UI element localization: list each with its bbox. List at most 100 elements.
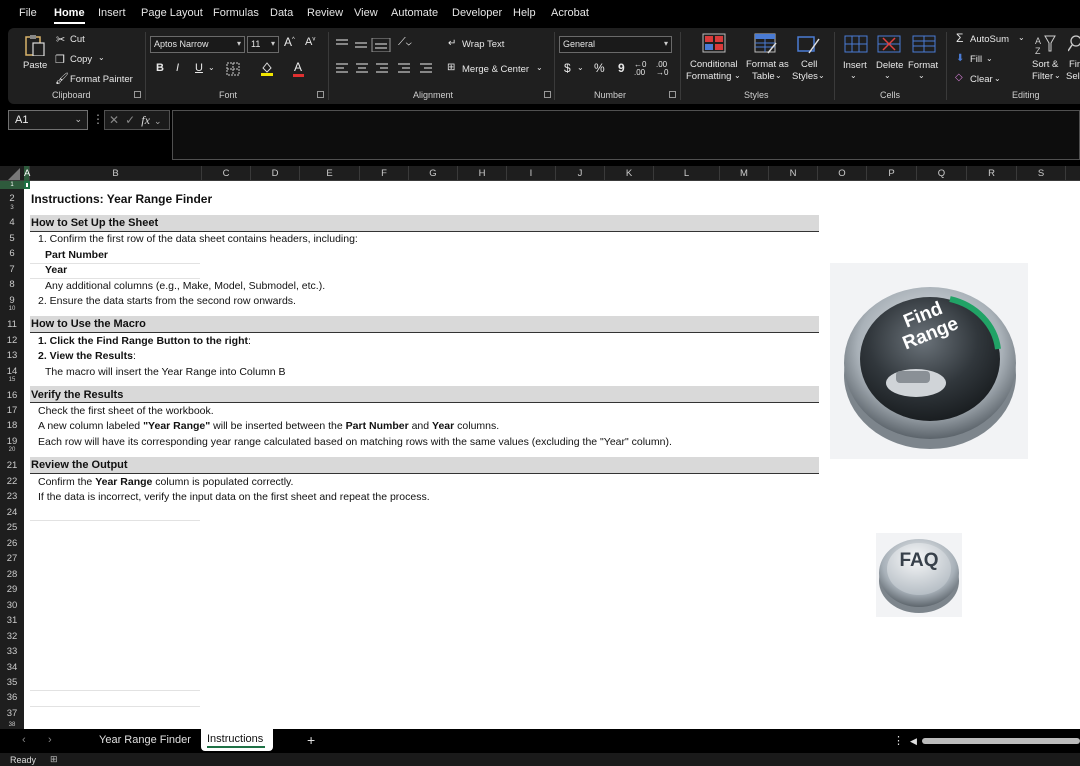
orientation-icon[interactable]: ⟋⌄ [398, 36, 412, 49]
menu-home[interactable]: Home [54, 7, 85, 24]
column-header[interactable]: I [507, 166, 556, 181]
column-header[interactable]: K [605, 166, 654, 181]
vertical-align-icons[interactable] [336, 38, 406, 52]
menu-data[interactable]: Data [270, 7, 293, 19]
comma-button[interactable]: 9 [618, 61, 625, 75]
column-header[interactable]: P [867, 166, 917, 181]
find-select-icon[interactable] [1068, 33, 1080, 55]
row-header[interactable]: 30 [0, 600, 24, 611]
row-header[interactable]: 32 [0, 631, 24, 642]
row-header[interactable]: 36 [0, 692, 24, 703]
scroll-tabs-left-icon[interactable]: ‹ [22, 734, 26, 746]
chevron-down-icon[interactable]: ⌄ [536, 63, 543, 72]
delete-cells-icon[interactable] [877, 34, 901, 56]
row-header[interactable]: 8 [0, 279, 24, 290]
column-header[interactable]: H [458, 166, 507, 181]
row-header[interactable]: 24 [0, 507, 24, 518]
menu-help[interactable]: Help [513, 7, 536, 19]
delete-cells-button[interactable]: Delete [876, 60, 903, 71]
row-header[interactable]: 26 [0, 538, 24, 549]
row-header[interactable]: 29 [0, 584, 24, 595]
cell-styles-icon[interactable] [797, 33, 821, 55]
row-header[interactable]: 16 [0, 390, 24, 401]
row-header[interactable]: 19 [0, 436, 24, 447]
more-options-icon[interactable]: ⋮ [893, 734, 904, 747]
font-launcher-icon[interactable] [317, 91, 324, 98]
row-header[interactable]: 33 [0, 646, 24, 657]
bold-button[interactable]: B [156, 62, 164, 74]
row-header[interactable]: 6 [0, 248, 24, 259]
chevron-down-icon[interactable]: ⌄ [208, 63, 215, 72]
add-sheet-button[interactable]: + [307, 732, 315, 748]
chevron-down-icon[interactable]: ⌄ [986, 54, 993, 63]
alignment-launcher-icon[interactable] [544, 91, 551, 98]
format-painter-button[interactable]: Format Painter [70, 74, 133, 85]
chevron-down-icon[interactable]: ⌄ [994, 74, 1001, 83]
column-header[interactable]: O [818, 166, 867, 181]
row-header[interactable]: 12 [0, 335, 24, 346]
increase-decimal-icon[interactable]: ←0.00 [634, 61, 646, 77]
column-header[interactable]: S [1017, 166, 1066, 181]
row-header[interactable]: 2 [0, 193, 24, 204]
number-format-combo[interactable]: General ▾ [559, 36, 672, 53]
insert-function-button[interactable]: fx [141, 113, 150, 127]
menu-acrobat[interactable]: Acrobat [551, 7, 589, 19]
cut-button[interactable]: Cut [70, 34, 85, 45]
format-as-table-button[interactable]: Format as [746, 59, 789, 70]
column-header[interactable]: J [556, 166, 605, 181]
more-options-icon[interactable]: ⋮ [92, 112, 104, 126]
format-cells-button[interactable]: Format [908, 60, 938, 71]
row-header[interactable]: 25 [0, 522, 24, 533]
menu-review[interactable]: Review [307, 7, 343, 19]
borders-icon[interactable] [226, 62, 240, 76]
font-size-combo[interactable]: 11 ▾ [247, 36, 279, 53]
menu-view[interactable]: View [354, 7, 378, 19]
select-all-icon[interactable] [8, 168, 20, 180]
italic-button[interactable]: I [176, 62, 179, 74]
menu-automate[interactable]: Automate [391, 7, 438, 19]
percent-button[interactable]: % [594, 61, 605, 75]
format-as-table-icon[interactable] [754, 33, 778, 55]
row-header[interactable]: 27 [0, 553, 24, 564]
column-header[interactable]: L [654, 166, 720, 181]
name-box[interactable]: A1 ⌄ [8, 110, 88, 130]
active-cell-a1[interactable] [24, 181, 30, 189]
chevron-down-icon[interactable]: ⌄ [1018, 33, 1025, 42]
font-name-combo[interactable]: Aptos Narrow ▾ [150, 36, 245, 53]
clipboard-launcher-icon[interactable] [134, 91, 141, 98]
scroll-tabs-right-icon[interactable]: › [48, 734, 52, 746]
decrease-font-icon[interactable]: Av [305, 36, 315, 48]
row-header[interactable]: 18 [0, 420, 24, 431]
menu-insert[interactable]: Insert [98, 7, 126, 19]
row-header[interactable]: 31 [0, 615, 24, 626]
menu-page-layout[interactable]: Page Layout [141, 7, 203, 19]
menu-developer[interactable]: Developer [452, 7, 502, 19]
increase-font-icon[interactable]: A^ [284, 35, 295, 49]
paste-button[interactable]: Paste [23, 60, 47, 71]
row-header[interactable]: 9 [0, 295, 24, 306]
conditional-formatting-icon[interactable] [702, 33, 726, 55]
underline-button[interactable]: U [195, 62, 203, 74]
row-header[interactable]: 13 [0, 350, 24, 361]
row-header[interactable]: 37 [0, 708, 24, 719]
find-select-button[interactable]: Fin [1069, 59, 1080, 70]
decrease-decimal-icon[interactable]: .00 →0 [656, 61, 668, 77]
copy-dropdown-icon[interactable]: ⌄ [98, 53, 105, 62]
merge-center-button[interactable]: Merge & Center [462, 64, 529, 75]
column-header[interactable]: R [967, 166, 1017, 181]
cell-styles-button[interactable]: Cell [801, 59, 817, 70]
chevron-down-icon[interactable]: ⌄ [577, 63, 584, 72]
horizontal-align-icons[interactable] [336, 63, 436, 75]
autosum-button[interactable]: AutoSum [970, 34, 1009, 45]
menu-file[interactable]: File [19, 7, 37, 19]
column-header[interactable]: C [202, 166, 251, 181]
format-cells-icon[interactable] [912, 34, 936, 56]
sort-filter-icon[interactable]: AZ [1034, 33, 1058, 55]
row-header[interactable]: 15 [0, 377, 24, 383]
column-header[interactable]: E [300, 166, 360, 181]
sort-filter-button[interactable]: Sort & [1032, 59, 1058, 70]
fill-color-icon[interactable] [260, 60, 274, 76]
row-header[interactable]: 21 [0, 460, 24, 471]
row-header[interactable]: 17 [0, 405, 24, 416]
row-header[interactable]: 5 [0, 233, 24, 244]
